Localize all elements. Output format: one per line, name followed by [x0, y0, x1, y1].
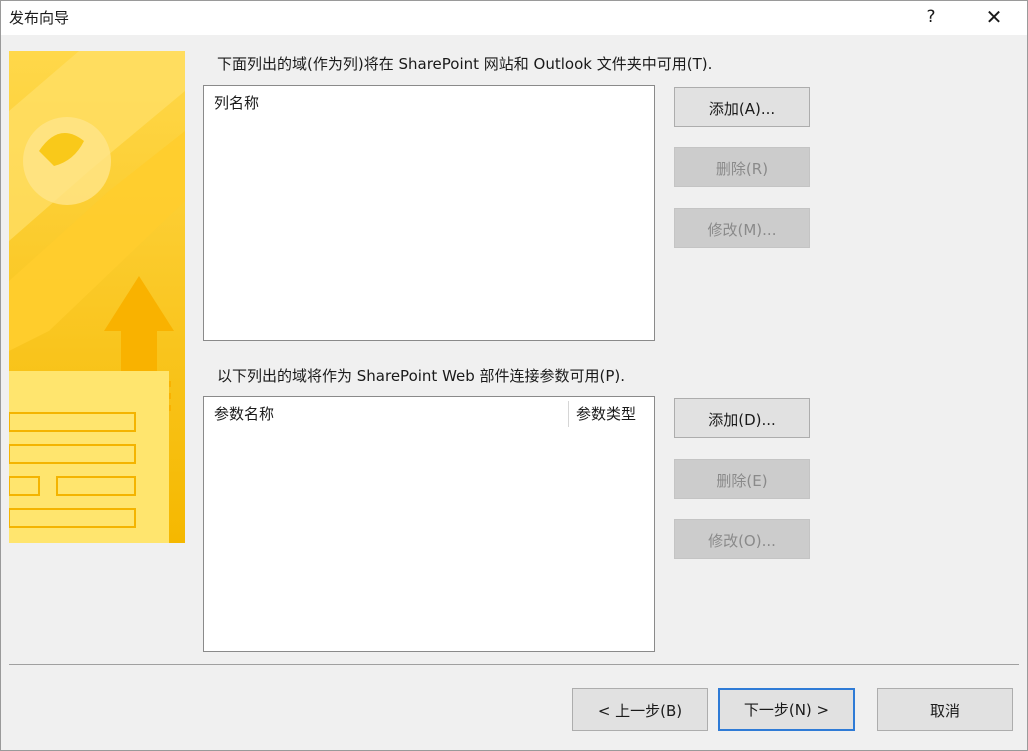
dialog-title: 发布向导: [9, 9, 70, 27]
next-button[interactable]: 下一步(N) >: [718, 688, 855, 731]
back-button[interactable]: < 上一步(B): [572, 688, 708, 731]
column-divider[interactable]: [568, 401, 569, 427]
parameter-name-header[interactable]: 参数名称: [214, 403, 274, 424]
add-column-button[interactable]: 添加(A)...: [674, 87, 810, 127]
title-bar: 发布向导 ? ✕: [1, 1, 1027, 35]
close-icon[interactable]: ✕: [969, 1, 1019, 33]
columns-section-label: 下面列出的域(作为列)将在 SharePoint 网站和 Outlook 文件夹…: [217, 55, 713, 73]
wizard-banner-graphic: [9, 51, 185, 543]
help-icon[interactable]: ?: [911, 1, 951, 33]
parameters-section-label: 以下列出的域将作为 SharePoint Web 部件连接参数可用(P).: [217, 367, 626, 385]
cancel-button[interactable]: 取消: [877, 688, 1013, 731]
banner-artwork: [9, 51, 185, 543]
parameters-listbox[interactable]: 参数名称 参数类型: [203, 396, 655, 652]
publish-wizard-dialog: 发布向导 ? ✕ 下面列出的域(作为列)将在 SharePoint 网站和 Ou…: [0, 0, 1028, 751]
delete-column-button[interactable]: 删除(R): [674, 147, 810, 187]
footer-divider: [9, 664, 1019, 665]
parameter-type-header[interactable]: 参数类型: [576, 403, 636, 424]
columns-listbox[interactable]: 列名称: [203, 85, 655, 341]
column-name-header[interactable]: 列名称: [214, 92, 259, 113]
delete-parameter-button[interactable]: 删除(E): [674, 459, 810, 499]
modify-column-button[interactable]: 修改(M)...: [674, 208, 810, 248]
add-parameter-button[interactable]: 添加(D)...: [674, 398, 810, 438]
modify-parameter-button[interactable]: 修改(O)...: [674, 519, 810, 559]
